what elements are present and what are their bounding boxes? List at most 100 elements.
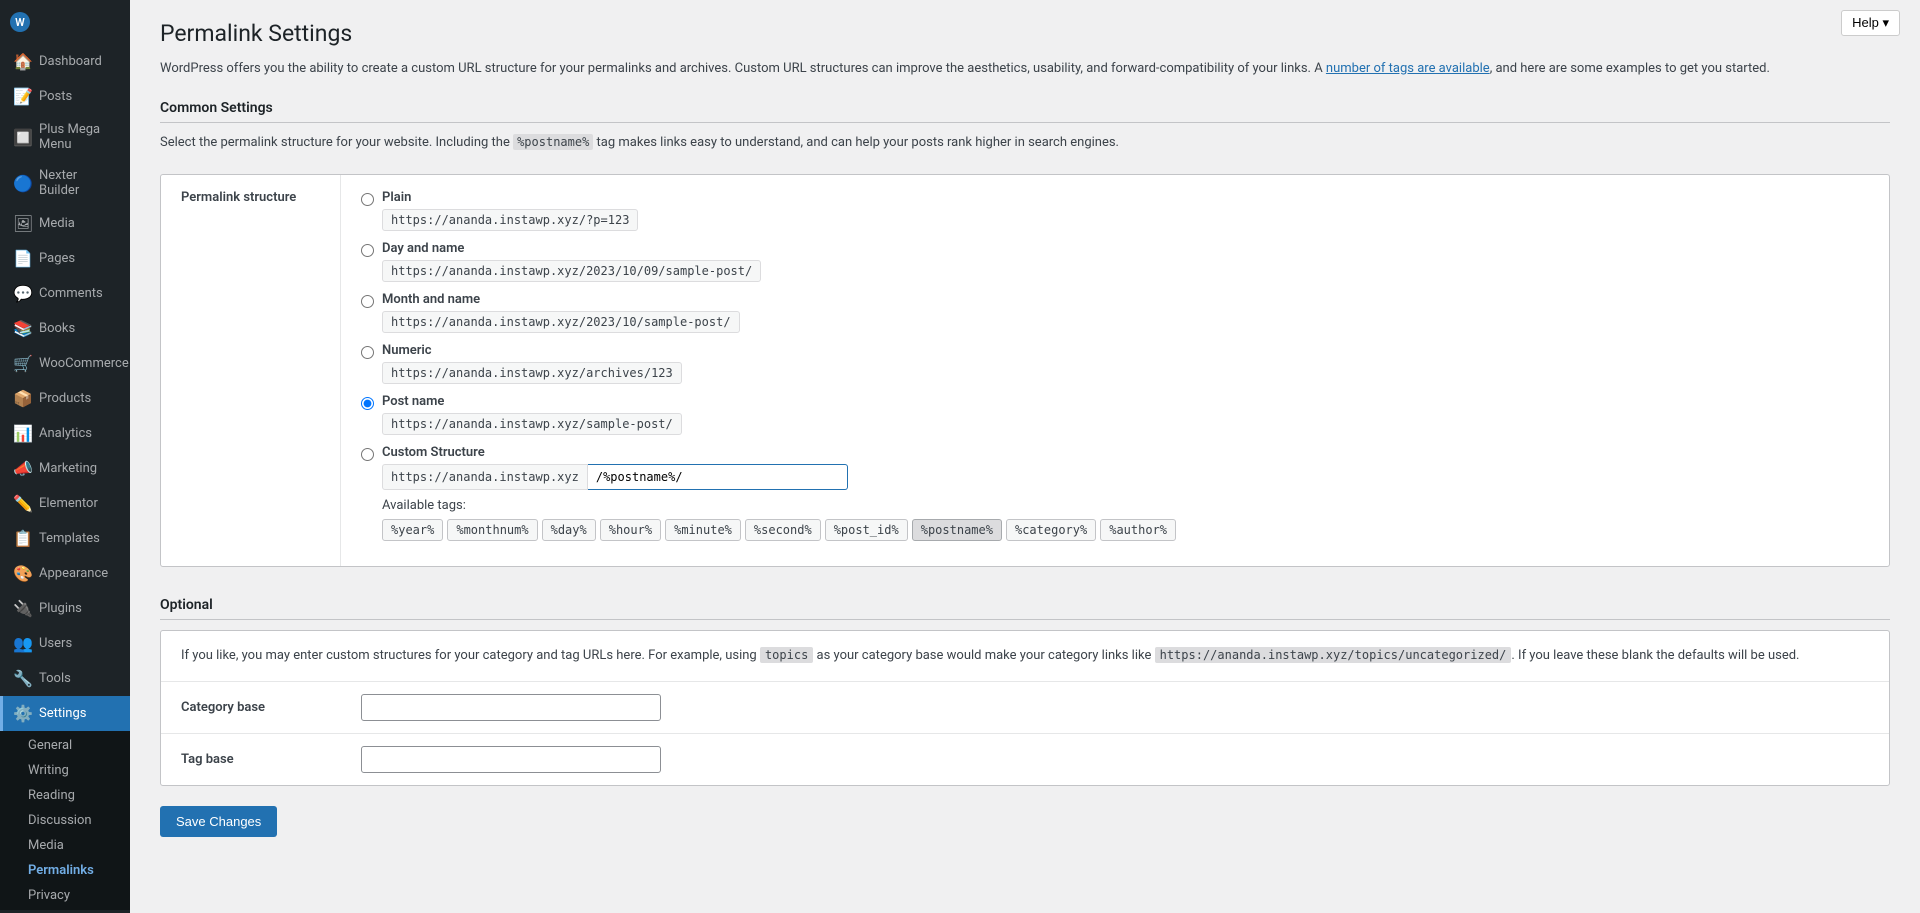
sidebar-label-tools: Tools [39,671,71,686]
sidebar-item-tools[interactable]: 🔧 Tools [0,661,130,696]
optional-hint-code: topics [760,647,813,663]
radio-numeric[interactable] [361,346,374,359]
sidebar-item-analytics[interactable]: 📊Analytics [0,416,130,451]
tag-btn-monthnum[interactable]: %monthnum% [447,519,537,541]
products-icon: 📦 [13,389,31,408]
custom-structure-input[interactable] [588,464,848,490]
sidebar-label-templates: Templates [39,531,100,546]
radio-label-day-and-name: Day and name [382,241,761,256]
tools-icon: 🔧 [13,669,31,688]
radio-url-plain: https://ananda.instawp.xyz/?p=123 [382,209,638,231]
common-settings-title: Common Settings [160,100,1890,123]
radio-month-and-name[interactable] [361,295,374,308]
elementor-icon: ✏️ [13,494,31,513]
radio-day-and-name[interactable] [361,244,374,257]
save-changes-button[interactable]: Save Changes [160,806,277,837]
media-icon: 🖼 [13,214,31,233]
radio-post-name[interactable] [361,397,374,410]
submenu-item-media[interactable]: Media [0,833,130,858]
custom-structure-inputs: https://ananda.instawp.xyz [382,464,1176,490]
sidebar-label-media: Media [39,216,75,231]
radio-custom[interactable] [361,448,374,461]
tag-btn-post_id[interactable]: %post_id% [825,519,908,541]
dashboard-icon: 🏠 [13,52,31,71]
sidebar-item-settings[interactable]: ⚙️Settings [0,696,130,731]
radio-label-month-and-name: Month and name [382,292,740,307]
sidebar-item-templates[interactable]: 📋Templates [0,521,130,556]
sidebar-label-elementor: Elementor [39,496,98,511]
tag-btn-year[interactable]: %year% [382,519,443,541]
sidebar-label-products: Products [39,391,91,406]
field-input-tag-base[interactable] [361,746,661,773]
help-button[interactable]: Help ▾ [1841,10,1900,36]
optional-row-tag-base: Tag base [161,734,1889,785]
sidebar-label-woocommerce: WooCommerce [39,356,129,371]
wp-logo-icon: W [10,12,30,32]
sidebar-item-plus-mega-menu[interactable]: 🔲Plus Mega Menu [0,114,130,160]
sidebar-label-pages: Pages [39,251,75,266]
optional-panel: If you like, you may enter custom struct… [160,630,1890,787]
radio-label-post-name: Post name [382,394,682,409]
intro-text-after: , and here are some examples to get you … [1490,61,1770,76]
tag-btn-category[interactable]: %category% [1006,519,1096,541]
sidebar-item-media[interactable]: 🖼 Media [0,206,130,241]
radio-label-plain: Plain [382,190,638,205]
tag-btn-postname[interactable]: %postname% [912,519,1002,541]
tag-btn-second[interactable]: %second% [745,519,821,541]
sidebar-item-dashboard[interactable]: 🏠Dashboard [0,44,130,79]
tags-list: %year%%monthnum%%day%%hour%%minute%%seco… [382,519,1176,541]
radio-option-numeric: Numeric https://ananda.instawp.xyz/archi… [361,343,1869,384]
radio-option-custom: Custom Structure https://ananda.instawp.… [361,445,1869,541]
sidebar-label-analytics: Analytics [39,426,92,441]
submenu-item-writing[interactable]: Writing [0,758,130,783]
sidebar-item-marketing[interactable]: 📣Marketing [0,451,130,486]
sidebar-item-pages[interactable]: 📄 Pages [0,241,130,276]
radio-url-day-and-name: https://ananda.instawp.xyz/2023/10/09/sa… [382,260,761,282]
radio-option-month-and-name: Month and name https://ananda.instawp.xy… [361,292,1869,333]
intro-text: WordPress offers you the ability to crea… [160,59,1890,80]
submenu-item-general[interactable]: General [0,733,130,758]
sidebar-item-nexter-builder[interactable]: 🔵Nexter Builder [0,160,130,206]
permalink-settings-panel: Permalink structure Plain https://ananda… [160,174,1890,567]
sidebar-item-posts[interactable]: 📝Posts [0,79,130,114]
custom-url-prefix: https://ananda.instawp.xyz [382,464,588,490]
field-input-category-base[interactable] [361,694,661,721]
submenu-item-permalinks[interactable]: Permalinks [0,858,130,883]
permalink-options: Plain https://ananda.instawp.xyz/?p=123 … [341,175,1889,566]
submenu-item-discussion[interactable]: Discussion [0,808,130,833]
optional-hint-url: https://ananda.instawp.xyz/topics/uncate… [1155,647,1512,663]
radio-url-numeric: https://ananda.instawp.xyz/archives/123 [382,362,682,384]
tag-btn-author[interactable]: %author% [1100,519,1176,541]
sidebar-label-appearance: Appearance [39,566,108,581]
sidebar-item-elementor[interactable]: ✏️ Elementor [0,486,130,521]
sidebar-label-settings: Settings [39,706,86,721]
tags-link[interactable]: number of tags are available [1326,61,1490,76]
optional-hint-suffix: . If you leave these blank the defaults … [1511,648,1799,663]
radio-option-day-and-name: Day and name https://ananda.instawp.xyz/… [361,241,1869,282]
pages-icon: 📄 [13,249,31,268]
appearance-icon: 🎨 [13,564,31,583]
tag-btn-day[interactable]: %day% [542,519,596,541]
submenu-item-reading[interactable]: Reading [0,783,130,808]
tag-btn-hour[interactable]: %hour% [600,519,661,541]
sidebar-item-appearance[interactable]: 🎨 Appearance [0,556,130,591]
radio-plain[interactable] [361,193,374,206]
sidebar-item-products[interactable]: 📦 Products [0,381,130,416]
optional-section-title: Optional [160,597,1890,620]
tag-btn-minute[interactable]: %minute% [665,519,741,541]
optional-hint-before: If you like, you may enter custom struct… [181,648,760,663]
sidebar-item-plugins[interactable]: 🔌Plugins [0,591,130,626]
sidebar-item-comments[interactable]: 💬Comments [0,276,130,311]
sidebar-label-posts: Posts [39,89,72,104]
permalink-structure-label: Permalink structure [161,175,341,566]
marketing-icon: 📣 [13,459,31,478]
optional-hint-middle: as your category base would make your ca… [813,648,1154,663]
sidebar-logo: W [0,0,130,44]
available-tags-label: Available tags: [382,498,1176,513]
sidebar-item-books[interactable]: 📚Books [0,311,130,346]
submenu-item-privacy[interactable]: Privacy [0,883,130,908]
sidebar-item-users[interactable]: 👥Users [0,626,130,661]
sidebar-item-woocommerce[interactable]: 🛒 WooCommerce [0,346,130,381]
comments-icon: 💬 [13,284,31,303]
woocommerce-icon: 🛒 [13,354,31,373]
